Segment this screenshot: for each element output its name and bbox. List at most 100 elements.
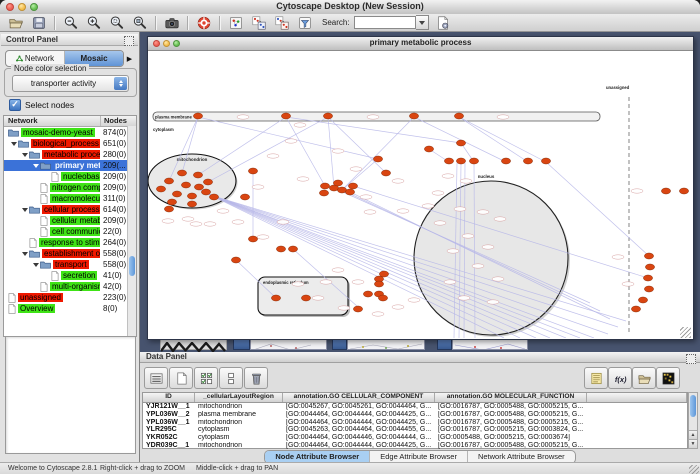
network-node[interactable] [379,271,388,277]
birdseye-view-panel[interactable] [5,336,136,454]
network-node[interactable] [373,156,382,162]
network-node[interactable] [643,275,652,281]
table-scrollbar[interactable]: ▲▼ [688,392,698,449]
matrix-icon[interactable] [656,367,680,389]
network-node[interactable] [177,170,186,176]
network-node[interactable] [181,182,190,188]
network-node[interactable] [172,191,181,197]
annotation-b-icon[interactable] [272,14,291,31]
formula-icon[interactable]: f(x) [608,367,632,389]
network-node[interactable] [638,297,647,303]
table-row[interactable]: YDR039C__1mitochondrion[GO:0044464, GO:0… [143,441,687,449]
network-node[interactable] [501,158,510,164]
network-node[interactable] [231,257,240,263]
annotation-a-icon[interactable] [249,14,268,31]
tree-row[interactable]: response to stimulu264(0) [4,237,136,248]
network-node[interactable] [209,194,218,200]
network-node[interactable] [271,295,280,301]
tree-row[interactable]: cell communicat22(0) [4,226,136,237]
snapshot-icon[interactable] [162,14,181,31]
table-row[interactable]: YJR121W__1mitochondrion[GO:0045267, GO:0… [143,403,687,411]
scroll-down-icon[interactable]: ▼ [689,439,697,448]
network-node[interactable] [248,168,257,174]
network-node[interactable] [156,186,165,192]
network-node[interactable] [456,158,465,164]
tree-scrollbar-thumb[interactable] [129,256,135,276]
network-node[interactable] [187,193,196,199]
zoom-out-icon[interactable] [61,14,80,31]
network-node[interactable] [345,189,354,195]
network-node[interactable] [164,206,173,212]
window-resize-grip[interactable] [680,327,691,338]
network-node[interactable] [320,183,329,189]
float-panel-icon[interactable] [686,354,696,364]
node-color-dropdown[interactable]: transporter activity [12,75,129,92]
network-node[interactable] [469,158,478,164]
import-attr-icon[interactable] [632,367,656,389]
network-node[interactable] [167,199,176,205]
network-node[interactable] [644,286,653,292]
network-node[interactable] [201,189,210,195]
table-row[interactable]: YPL036W__1mitochondrion[GO:0044464, GO:0… [143,418,687,426]
expander-icon[interactable] [21,208,28,212]
network-node[interactable] [164,178,173,184]
network-node[interactable] [187,201,196,207]
network-node[interactable] [194,184,203,190]
expander-icon[interactable] [32,263,39,267]
network-node[interactable] [679,188,688,194]
tree-row[interactable]: cellular metabol209(0) [4,215,136,226]
tree-row[interactable]: nucleobase-209(0) [4,171,136,182]
network-node[interactable] [240,194,249,200]
expander-icon[interactable] [32,164,39,168]
network-node[interactable] [276,246,285,252]
open-file-icon[interactable] [6,14,25,31]
network-node[interactable] [363,291,372,297]
network-node[interactable] [203,179,212,185]
network-node[interactable] [645,264,654,270]
birdseye-icon[interactable] [226,14,245,31]
network-node[interactable] [523,158,532,164]
tree-row[interactable]: metabolic process280(0) [4,149,136,160]
expander-icon[interactable] [10,142,17,146]
app-resize-grip[interactable] [689,465,699,474]
network-node[interactable] [323,113,332,119]
network-node[interactable] [456,140,465,146]
select-nodes-checkbox[interactable]: ✓ [9,99,21,111]
tree-row[interactable]: nitrogen compo209(0) [4,182,136,193]
network-canvas[interactable]: plasma membranecytoplasmmitochondrionnuc… [148,51,691,338]
expander-icon[interactable] [21,153,28,157]
network-node[interactable] [333,180,342,186]
network-node[interactable] [193,113,202,119]
network-node[interactable] [319,190,328,196]
network-node[interactable] [348,183,357,189]
network-node[interactable] [661,188,670,194]
network-node[interactable] [444,158,453,164]
network-node[interactable] [424,146,433,152]
network-node[interactable] [193,172,202,178]
network-node[interactable] [353,306,362,312]
tree-row[interactable]: establishment of lo558(0) [4,248,136,259]
tree-row[interactable]: transport558(0) [4,259,136,270]
tree-scrollbar[interactable] [127,126,136,336]
zoom-selected-icon[interactable] [107,14,126,31]
tree-row[interactable]: macromolecule311(0) [4,193,136,204]
network-node[interactable] [248,236,257,242]
tree-row[interactable]: multi-organism pro42(0) [4,281,136,292]
network-node[interactable] [631,306,640,312]
search-dropdown-arrow-icon[interactable] [416,15,429,30]
network-node[interactable] [541,158,550,164]
table-row[interactable]: YLR295Ccytoplasm[GO:0045263, GO:0044464,… [143,426,687,434]
float-panel-icon[interactable] [124,36,134,46]
attribute-delete-icon[interactable] [244,367,268,389]
tree-row[interactable]: secretion41(0) [4,270,136,281]
notes-icon[interactable] [584,367,608,389]
filter-icon[interactable] [295,14,314,31]
table-scrollbar-thumb[interactable] [690,395,696,417]
network-node[interactable] [301,295,310,301]
attribute-unselect-icon[interactable] [219,367,243,389]
tree-row[interactable]: mosaic-demo-yeast874(0) [4,127,136,138]
tree-row[interactable]: unassigned223(0) [4,292,136,303]
network-node[interactable] [281,113,290,119]
network-node[interactable] [644,253,653,259]
tree-row[interactable]: Overview8(0) [4,303,136,314]
